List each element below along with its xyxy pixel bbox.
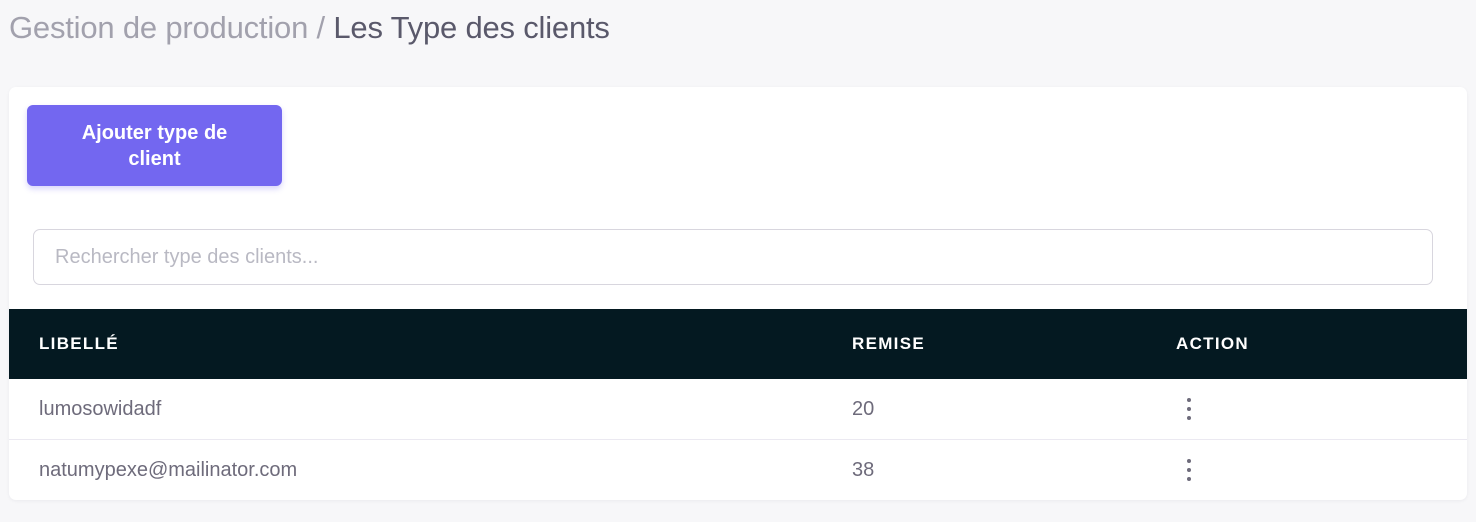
breadcrumb-separator: / xyxy=(316,10,326,45)
column-header-remise[interactable]: REMISE xyxy=(852,309,925,379)
cell-remise: 20 xyxy=(852,398,875,420)
cell-remise: 38 xyxy=(852,459,875,481)
search-input[interactable] xyxy=(33,229,1433,285)
breadcrumb: Gestion de production / Les Type des cli… xyxy=(9,8,610,48)
content-card: Ajouter type de client LIBELLÉ REMISE AC… xyxy=(9,87,1467,500)
column-header-action: ACTION xyxy=(1176,334,1249,353)
more-vertical-icon[interactable] xyxy=(1181,398,1197,422)
cell-libelle: natumypexe@mailinator.com xyxy=(39,459,298,481)
table-row: lumosowidadf 20 xyxy=(9,379,1467,440)
page-title: Les Type des clients xyxy=(333,10,610,45)
breadcrumb-parent[interactable]: Gestion de production xyxy=(9,10,308,45)
table-header: LIBELLÉ REMISE ACTION xyxy=(9,309,1467,379)
add-client-type-button[interactable]: Ajouter type de client xyxy=(27,105,282,186)
cell-libelle: lumosowidadf xyxy=(39,398,162,420)
client-types-table: LIBELLÉ REMISE ACTION lumosowidadf 20 na… xyxy=(9,309,1467,500)
column-header-libelle[interactable]: LIBELLÉ xyxy=(39,309,119,379)
more-vertical-icon[interactable] xyxy=(1181,459,1197,483)
table-row: natumypexe@mailinator.com 38 xyxy=(9,440,1467,500)
